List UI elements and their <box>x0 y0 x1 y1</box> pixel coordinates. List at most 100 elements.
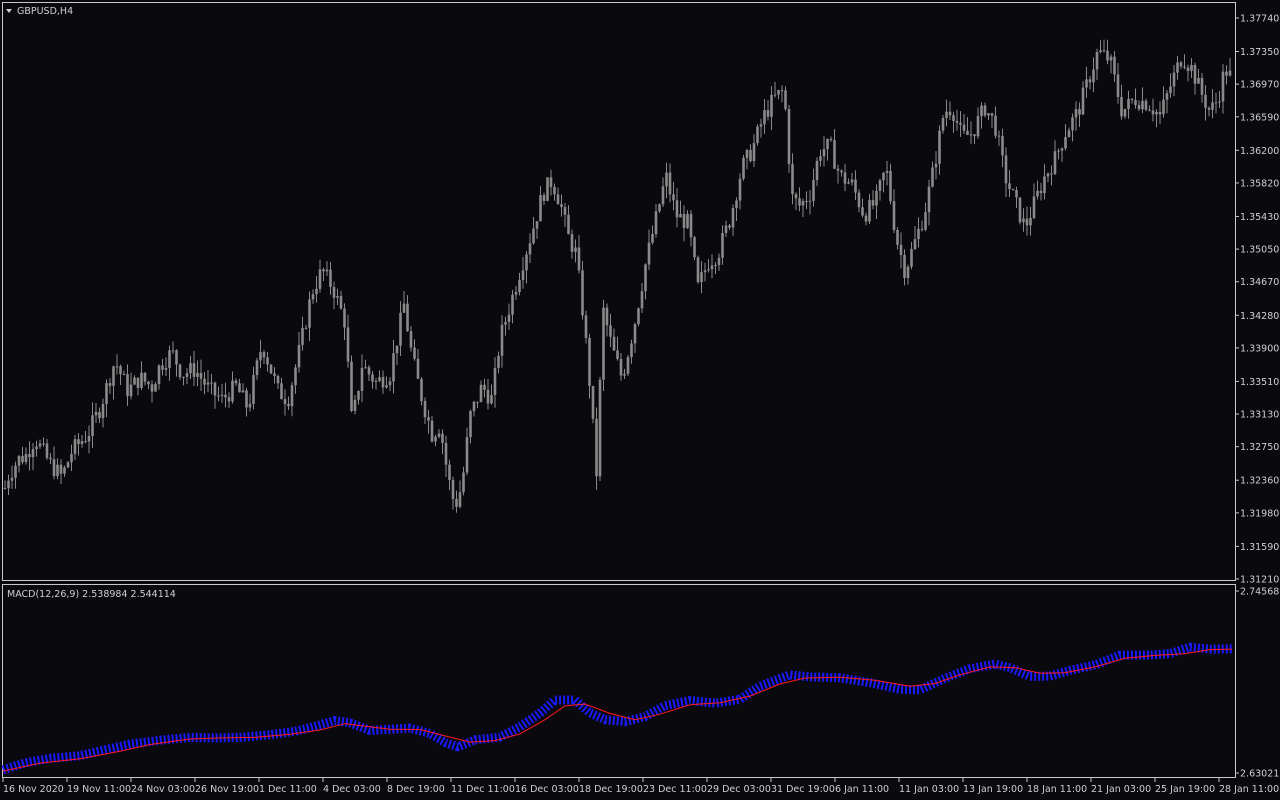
x-tick-label: 19 Nov 11:00 <box>67 784 131 795</box>
candle-body <box>490 395 493 404</box>
candle-body <box>374 380 378 382</box>
candle-body <box>1025 218 1029 226</box>
candle-body <box>266 357 269 365</box>
candle-body <box>602 307 605 380</box>
candle-body <box>819 156 822 161</box>
candle-body <box>10 477 14 481</box>
candle-body <box>1207 107 1211 110</box>
candle-body <box>500 324 504 356</box>
candle-body <box>560 204 563 208</box>
candle-body <box>1169 86 1172 94</box>
candle-body <box>756 126 759 144</box>
candle-body <box>360 367 364 391</box>
x-tick-label: 29 Dec 03:00 <box>707 784 771 795</box>
candle-body <box>1085 79 1088 88</box>
macd-y-tick-label: 2.630212 <box>1240 769 1280 780</box>
candle-body <box>1015 190 1018 198</box>
candle-body <box>700 272 703 283</box>
candle-body <box>1172 72 1176 87</box>
candle-body <box>738 178 742 201</box>
candle-body <box>448 464 451 480</box>
candle-body <box>868 200 871 222</box>
candle-body <box>227 397 231 402</box>
candle-body <box>150 384 154 392</box>
candle-body <box>539 195 542 222</box>
candle-body <box>52 459 56 477</box>
candle-body <box>231 380 234 402</box>
candle-body <box>633 324 637 344</box>
candle-body <box>430 420 434 442</box>
candle-body <box>35 446 38 450</box>
candle-body <box>955 120 959 123</box>
candle-body <box>801 201 805 206</box>
x-tick-label: 1 Dec 11:00 <box>259 784 317 795</box>
candle-body <box>28 454 31 458</box>
candle-body <box>528 243 532 255</box>
candle-body <box>24 454 28 463</box>
candle-body <box>1004 155 1008 184</box>
candle-body <box>829 138 833 141</box>
candle-body <box>451 479 455 499</box>
candle-body <box>493 368 497 396</box>
candle-body <box>794 194 798 199</box>
candle-body <box>721 232 724 258</box>
candle-body <box>1197 77 1200 84</box>
trading-chart[interactable]: 1.37740 1.37350 1.36970 1.36590 1.36200 1.358… <box>0 0 1280 800</box>
candle-body <box>577 247 581 271</box>
candle-body <box>1183 66 1186 68</box>
candle-body <box>875 190 878 206</box>
candle-body <box>178 364 182 378</box>
candle-body <box>252 375 255 404</box>
candle-body <box>395 345 399 354</box>
y-tick-label: 1.31980 <box>1240 508 1279 519</box>
candle-body <box>1148 109 1151 111</box>
candle-body <box>913 239 917 250</box>
candle-body <box>1225 71 1228 76</box>
x-tick-label: 8 Dec 19:00 <box>387 784 445 795</box>
candle-body <box>927 186 931 213</box>
candle-body <box>787 108 791 165</box>
candle-body <box>98 411 101 419</box>
candle-body <box>147 381 150 385</box>
candle-body <box>777 90 780 95</box>
candle-body <box>91 415 94 437</box>
candle-body <box>840 170 843 173</box>
candle-body <box>924 212 927 230</box>
candle-body <box>325 269 329 272</box>
y-tick-label: 1.32360 <box>1240 476 1279 487</box>
candle-body <box>934 163 938 168</box>
candle-body <box>990 113 994 116</box>
candle-body <box>567 214 570 235</box>
candle-body <box>966 130 969 135</box>
candle-body <box>549 177 553 187</box>
candle-body <box>696 257 700 283</box>
candle-body <box>1102 50 1106 52</box>
candle-body <box>234 380 238 384</box>
candle-body <box>63 467 66 474</box>
candle-body <box>665 172 668 187</box>
y-tick-label: 1.31590 <box>1240 542 1279 553</box>
candle-body <box>329 269 332 287</box>
candle-body <box>339 296 343 309</box>
candle-body <box>780 90 784 92</box>
x-tick-label: 28 Jan 11:00 <box>1219 784 1279 795</box>
candle-body <box>133 377 136 385</box>
candle-body <box>444 442 448 465</box>
candle-body <box>1039 190 1043 194</box>
candle-body <box>997 135 1001 137</box>
candle-body <box>1081 87 1085 115</box>
candle-body <box>906 266 910 278</box>
candle-body <box>283 399 287 404</box>
candle-body <box>413 347 416 359</box>
candle-body <box>766 110 770 117</box>
x-tick-label: 11 Jan 03:00 <box>899 784 959 795</box>
candle-body <box>364 367 367 369</box>
candle-body <box>689 213 693 238</box>
candle-body <box>336 296 339 298</box>
candle-body <box>654 211 658 235</box>
candle-body <box>1134 100 1137 105</box>
candle-body <box>1221 71 1225 102</box>
candle-body <box>210 382 213 384</box>
candle-body <box>399 312 402 346</box>
candle-body <box>479 384 483 402</box>
